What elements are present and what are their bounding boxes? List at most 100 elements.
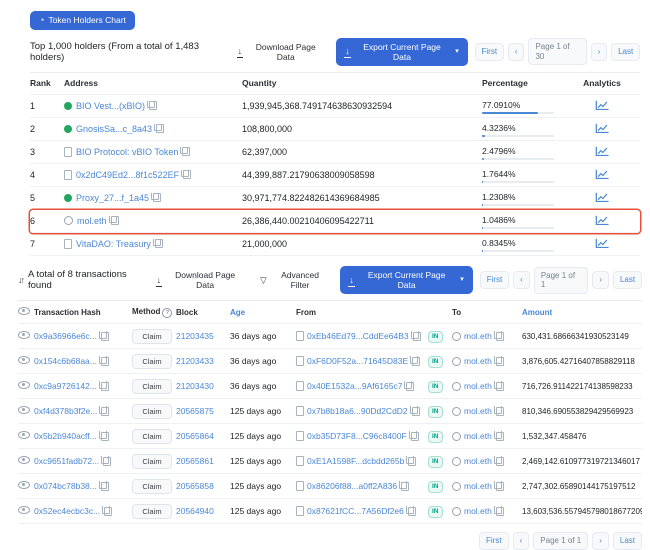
copy-icon[interactable] — [404, 381, 415, 391]
copy-icon[interactable] — [102, 506, 113, 516]
copy-icon[interactable] — [493, 381, 504, 391]
copy-icon[interactable] — [410, 356, 421, 366]
transaction-hash-link[interactable]: 0x5b2b940acff... — [34, 431, 97, 441]
method-badge[interactable]: Claim — [132, 453, 172, 469]
advanced-filter-button[interactable]: ▽ Advanced Filter — [256, 268, 333, 292]
copy-icon[interactable] — [405, 506, 416, 516]
copy-icon[interactable] — [152, 238, 163, 249]
analytics-chart-icon[interactable] — [595, 100, 609, 111]
tx-prev-page-button[interactable]: ‹ — [513, 271, 530, 289]
question-icon[interactable]: ? — [162, 307, 173, 318]
analytics-chart-icon[interactable] — [595, 123, 609, 134]
block-link[interactable]: 21203435 — [176, 331, 214, 341]
from-address-link[interactable]: 0x7b8b18a6...90Dd2CdD2 — [307, 406, 408, 416]
bottom-first-page-button[interactable]: First — [479, 532, 509, 550]
to-address-link[interactable]: mol.eth — [464, 356, 492, 366]
method-badge[interactable]: Claim — [132, 403, 172, 419]
tx-download-page-data-button[interactable]: ↓ Download Page Data — [153, 268, 249, 292]
eye-icon[interactable] — [18, 431, 30, 440]
copy-icon[interactable] — [181, 169, 192, 180]
transaction-hash-link[interactable]: 0xf4d378b3f2e... — [34, 406, 97, 416]
eye-icon[interactable] — [18, 331, 30, 340]
eye-icon[interactable] — [18, 381, 30, 390]
from-address-link[interactable]: 0xEb46Ed79...CddEe64B3 — [307, 331, 409, 341]
copy-icon[interactable] — [409, 406, 420, 416]
bottom-next-page-button[interactable]: › — [592, 532, 609, 550]
block-link[interactable]: 20564940 — [176, 506, 214, 516]
block-link[interactable]: 21203433 — [176, 356, 214, 366]
copy-icon[interactable] — [99, 406, 110, 416]
prev-page-button[interactable]: ‹ — [507, 42, 525, 61]
sort-icon[interactable]: ↓↑ — [18, 275, 25, 285]
copy-icon[interactable] — [147, 100, 158, 111]
copy-icon[interactable] — [410, 331, 421, 341]
analytics-chart-icon[interactable] — [595, 215, 609, 226]
holder-address-link[interactable]: VitaDAO: Treasury — [76, 239, 151, 249]
column-eye[interactable] — [18, 307, 34, 317]
eye-icon[interactable] — [18, 406, 30, 415]
copy-icon[interactable] — [493, 356, 504, 366]
method-badge[interactable]: Claim — [132, 503, 172, 519]
from-address-link[interactable]: 0xE1A1598F...dcbdd265b — [307, 456, 404, 466]
export-current-page-button[interactable]: ↓ Export Current Page Data ▾ — [336, 37, 468, 66]
holder-address-link[interactable]: BIO Vest...(xBIO) — [76, 101, 145, 111]
copy-icon[interactable] — [493, 406, 504, 416]
copy-icon[interactable] — [151, 192, 162, 203]
eye-icon[interactable] — [18, 456, 30, 465]
copy-icon[interactable] — [98, 431, 109, 441]
copy-icon[interactable] — [493, 506, 504, 516]
to-address-link[interactable]: mol.eth — [464, 406, 492, 416]
transaction-hash-link[interactable]: 0x9a36966e6c... — [34, 331, 97, 341]
eye-icon[interactable] — [18, 481, 30, 490]
copy-icon[interactable] — [98, 481, 109, 491]
token-holders-chart-button[interactable]: ◔ Token Holders Chart — [30, 11, 135, 30]
copy-icon[interactable] — [98, 381, 109, 391]
bottom-last-page-button[interactable]: Last — [612, 532, 642, 550]
copy-icon[interactable] — [406, 456, 417, 466]
analytics-chart-icon[interactable] — [595, 238, 609, 249]
method-badge[interactable]: Claim — [132, 428, 172, 444]
tx-last-page-button[interactable]: Last — [613, 271, 642, 289]
amount-toggle-link[interactable]: Amount — [522, 308, 552, 317]
analytics-chart-icon[interactable] — [595, 192, 609, 203]
analytics-chart-icon[interactable] — [595, 169, 609, 180]
copy-icon[interactable] — [101, 456, 112, 466]
next-page-button[interactable]: › — [590, 42, 608, 61]
block-link[interactable]: 20565864 — [176, 431, 214, 441]
holder-address-link[interactable]: 0x2dC49Ed2...8f1c522EF — [76, 170, 179, 180]
copy-icon[interactable] — [493, 431, 504, 441]
copy-icon[interactable] — [493, 331, 504, 341]
method-badge[interactable]: Claim — [132, 328, 172, 344]
to-address-link[interactable]: mol.eth — [464, 506, 492, 516]
eye-icon[interactable] — [18, 356, 30, 365]
transaction-hash-link[interactable]: 0x154c6b68aa... — [34, 356, 97, 366]
copy-icon[interactable] — [108, 215, 119, 226]
from-address-link[interactable]: 0x87621fCC...7A56Df2e6 — [307, 506, 404, 516]
holder-address-link[interactable]: GnosisSa...c_8a43 — [76, 124, 152, 134]
block-link[interactable]: 20565875 — [176, 406, 214, 416]
to-address-link[interactable]: mol.eth — [464, 431, 492, 441]
tx-next-page-button[interactable]: › — [592, 271, 609, 289]
copy-icon[interactable] — [154, 123, 165, 134]
download-page-data-button[interactable]: ↓ Download Page Data — [234, 40, 330, 64]
copy-icon[interactable] — [180, 146, 191, 157]
holder-address-link[interactable]: BIO Protocol: vBIO Token — [76, 147, 178, 157]
holder-address-link[interactable]: mol.eth — [77, 216, 107, 226]
block-link[interactable]: 20565858 — [176, 481, 214, 491]
copy-icon[interactable] — [408, 431, 419, 441]
copy-icon[interactable] — [493, 481, 504, 491]
copy-icon[interactable] — [493, 456, 504, 466]
last-page-button[interactable]: Last — [611, 42, 641, 61]
method-badge[interactable]: Claim — [132, 378, 172, 394]
eye-icon[interactable] — [18, 506, 30, 515]
first-page-button[interactable]: First — [474, 42, 504, 61]
to-address-link[interactable]: mol.eth — [464, 481, 492, 491]
copy-icon[interactable] — [98, 331, 109, 341]
block-link[interactable]: 20565861 — [176, 456, 214, 466]
from-address-link[interactable]: 0xF6D0F52a...71645D83E — [307, 356, 408, 366]
from-address-link[interactable]: 0x86206f88...a0ff2A836 — [307, 481, 397, 491]
to-address-link[interactable]: mol.eth — [464, 331, 492, 341]
transaction-hash-link[interactable]: 0x52ec4ecbc3c... — [34, 506, 100, 516]
transaction-hash-link[interactable]: 0xc9651fadb72... — [34, 456, 99, 466]
from-address-link[interactable]: 0xb35D73F8...C96c8400F — [307, 431, 407, 441]
